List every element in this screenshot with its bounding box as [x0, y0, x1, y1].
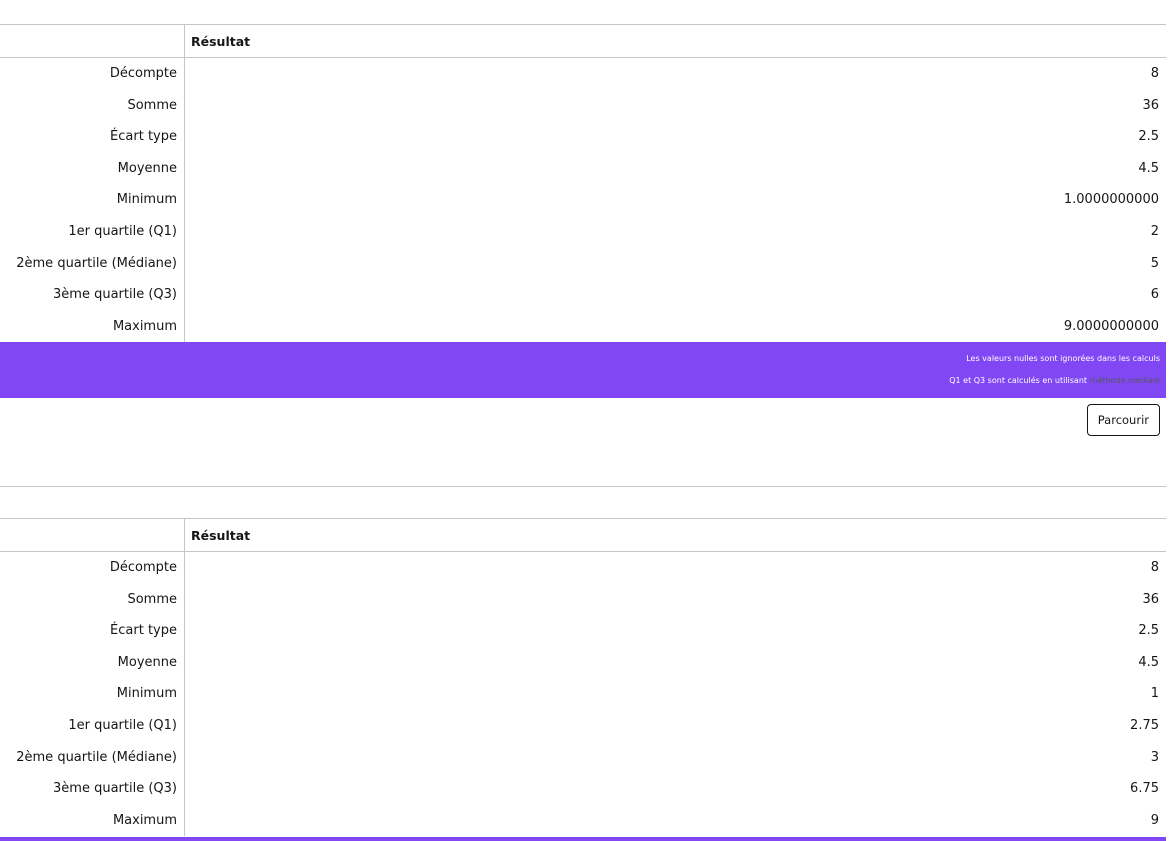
- row-value-maximum: 9.0000000000: [1063, 318, 1159, 334]
- row-value-sum: 36: [1142, 97, 1159, 113]
- block-spacer: [0, 487, 1166, 519]
- stats-footer: Les valeurs nulles sont ignorées dans le…: [0, 342, 1166, 399]
- actions-bar: Parcourir: [0, 398, 1166, 442]
- row-label-mean: Moyenne: [0, 152, 185, 185]
- quartile-method-text: Q1 et Q3 sont calculés en utilisant: [949, 376, 1088, 386]
- row-value-median: 3: [1150, 749, 1159, 765]
- header-empty-cell: [0, 25, 185, 58]
- row-label-mean: Moyenne: [0, 646, 185, 679]
- header-empty-cell: [0, 519, 185, 552]
- row-label-sum: Somme: [0, 583, 185, 616]
- row-label-q3: 3ème quartile (Q3): [0, 279, 185, 311]
- row-value-q1: 2: [1150, 223, 1159, 239]
- row-value-mean: 4.5: [1138, 160, 1159, 176]
- row-value-minimum: 1: [1150, 686, 1159, 702]
- row-value-q3: 6: [1150, 287, 1159, 303]
- row-label-minimum: Minimum: [0, 678, 185, 710]
- row-label-count: Décompte: [0, 58, 185, 90]
- row-value-q3: 6.75: [1130, 781, 1159, 797]
- column-header-result: Résultat: [185, 519, 1166, 552]
- column-header-result: Résultat: [185, 25, 1166, 58]
- stats-block-1: Résultat Décompte 8 Somme 36 Écart type …: [0, 24, 1166, 442]
- row-value-count: 8: [1150, 66, 1159, 81]
- row-label-q1: 1er quartile (Q1): [0, 709, 185, 742]
- row-label-std-dev: Écart type: [0, 121, 185, 153]
- stats-block-2: Résultat Décompte 8 Somme 36 Écart type …: [0, 486, 1166, 837]
- row-label-median: 2ème quartile (Médiane): [0, 741, 185, 774]
- row-value-std-dev: 2.5: [1138, 129, 1159, 145]
- row-label-minimum: Minimum: [0, 184, 185, 216]
- row-label-maximum: Maximum: [0, 804, 185, 837]
- stats-table-2: Résultat Décompte 8 Somme 36 Écart type …: [0, 519, 1166, 837]
- null-values-note: Les valeurs nulles sont ignorées dans le…: [966, 354, 1160, 364]
- row-value-sum: 36: [1142, 591, 1159, 607]
- browse-button[interactable]: Parcourir: [1086, 404, 1160, 437]
- row-label-std-dev: Écart type: [0, 615, 185, 647]
- row-label-sum: Somme: [0, 89, 185, 122]
- row-label-count: Décompte: [0, 552, 185, 584]
- quartile-method-link[interactable]: méthode médiale: [1090, 376, 1160, 385]
- row-value-q1: 2.75: [1130, 717, 1159, 733]
- row-value-median: 5: [1150, 255, 1159, 271]
- stats-page: Résultat Décompte 8 Somme 36 Écart type …: [0, 0, 1174, 841]
- row-value-mean: 4.5: [1138, 654, 1159, 670]
- row-label-q3: 3ème quartile (Q3): [0, 773, 185, 805]
- row-label-q1: 1er quartile (Q1): [0, 215, 185, 248]
- row-label-maximum: Maximum: [0, 310, 185, 343]
- row-value-minimum: 1.0000000000: [1063, 192, 1159, 208]
- stats-footer-2: [0, 837, 1166, 841]
- stats-table-1: Résultat Décompte 8 Somme 36 Écart type …: [0, 25, 1166, 343]
- row-value-count: 8: [1150, 560, 1159, 575]
- row-value-maximum: 9: [1150, 812, 1159, 828]
- row-label-median: 2ème quartile (Médiane): [0, 247, 185, 280]
- quartile-method-note: Q1 et Q3 sont calculés en utilisant méth…: [949, 376, 1160, 385]
- row-value-std-dev: 2.5: [1138, 623, 1159, 639]
